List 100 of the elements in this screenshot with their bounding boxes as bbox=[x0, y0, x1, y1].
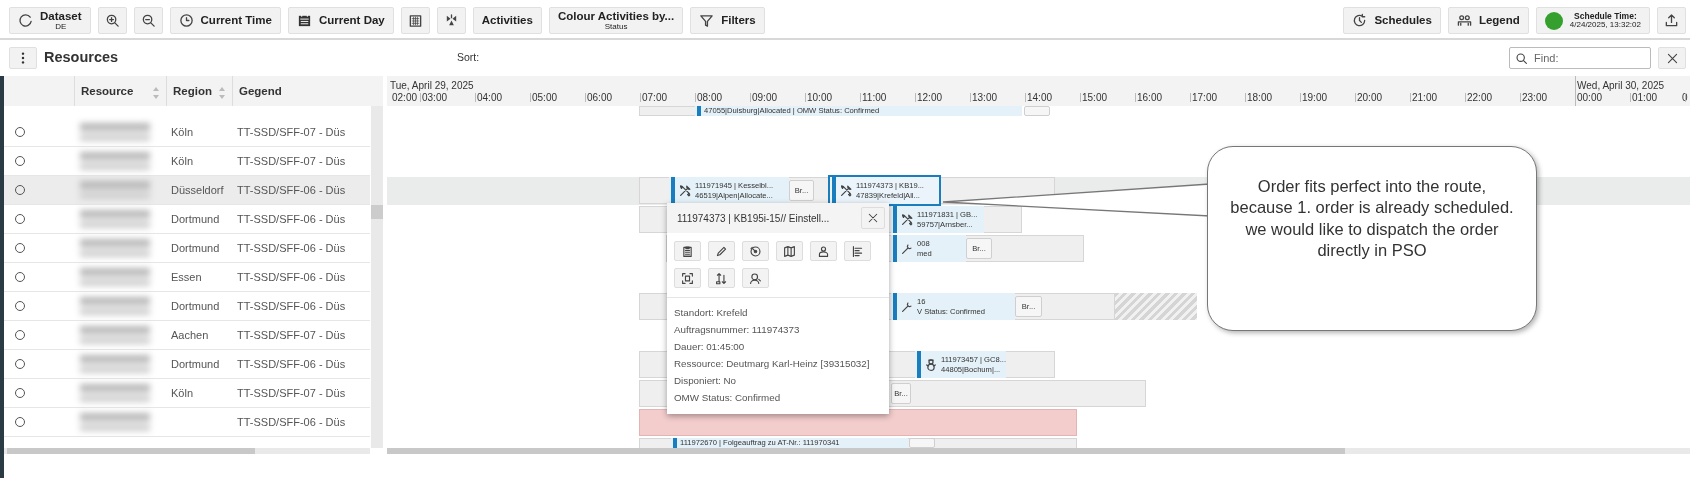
detail-text: Dauer: 01:45:00 bbox=[674, 340, 746, 354]
table-cell-text: TT-SSD/SFF-06 - Düs bbox=[236, 414, 347, 430]
blurred-name bbox=[80, 181, 150, 199]
detail-text: Auftragsnummer: 111974373 bbox=[674, 323, 801, 337]
person-icon bbox=[817, 244, 830, 258]
hour-label: 22:00 bbox=[1467, 91, 1493, 105]
blurred-name bbox=[80, 326, 150, 344]
action-button[interactable] bbox=[742, 241, 769, 261]
close-icon bbox=[867, 212, 879, 224]
list-icon bbox=[851, 244, 864, 258]
column-header[interactable]: Resource bbox=[81, 82, 134, 100]
sort-label: Sort: bbox=[457, 50, 480, 66]
hour-label: 18:00 bbox=[1247, 91, 1273, 105]
zoom-in-button[interactable] bbox=[97, 7, 127, 34]
hour-label: 11:00 bbox=[862, 91, 887, 105]
tools-icon bbox=[900, 212, 914, 227]
close-icon bbox=[1665, 51, 1679, 65]
zoom-in-icon bbox=[104, 13, 120, 28]
table-cell-text: TT-SSD/SFF-06 - Düs bbox=[236, 356, 347, 372]
horizontal-scrollbar[interactable] bbox=[4, 448, 370, 454]
blurred-name bbox=[80, 152, 150, 170]
blurred-name bbox=[80, 384, 150, 402]
table-cell-text: TT-SSD/SFF-07 - Düs bbox=[236, 124, 347, 140]
hour-label: 06:00 bbox=[587, 91, 613, 105]
map-icon bbox=[783, 244, 796, 258]
close-button[interactable] bbox=[1658, 47, 1686, 69]
calendar-icon bbox=[296, 13, 312, 28]
refresh-icon bbox=[18, 13, 33, 28]
schedule-time-status[interactable]: Schedule Time: 4/24/2025, 13:32:02 bbox=[1535, 7, 1650, 34]
people-icon bbox=[1456, 13, 1472, 28]
status-dot bbox=[1544, 11, 1563, 30]
more-button[interactable] bbox=[9, 47, 37, 69]
zoom-out-button[interactable] bbox=[133, 7, 163, 34]
export-button[interactable] bbox=[1657, 7, 1686, 34]
calendar-icon bbox=[407, 13, 423, 28]
table-cell-text: Köln bbox=[170, 385, 195, 401]
action-button[interactable] bbox=[742, 268, 769, 288]
date-label: Tue, April 29, 2025 bbox=[390, 79, 474, 93]
hour-label: 21:00 bbox=[1412, 91, 1438, 105]
table-cell-text: Dortmund bbox=[170, 240, 221, 256]
hour-label: 04:00 bbox=[477, 91, 503, 105]
search-icon bbox=[1515, 52, 1528, 65]
action-button[interactable] bbox=[708, 241, 735, 261]
blurred-name bbox=[80, 210, 150, 228]
blurred-name bbox=[80, 268, 150, 286]
callout-text: Order fits perfect into the route, because 1. order is already scheduled. we would like to dispatch the order directly in PSO bbox=[1229, 175, 1515, 261]
hour-label: 00:00 bbox=[1577, 91, 1603, 105]
detail-text: Disponiert: No bbox=[674, 374, 738, 388]
horizontal-scrollbar[interactable] bbox=[387, 448, 1690, 454]
current-day-button[interactable]: Current Day bbox=[287, 7, 394, 34]
hour-label: 23:00 bbox=[1522, 91, 1548, 105]
calendar-button[interactable] bbox=[400, 7, 430, 34]
scan-frame-icon bbox=[681, 271, 694, 285]
close-button[interactable] bbox=[861, 207, 885, 229]
person-chat-icon bbox=[749, 271, 762, 285]
table-cell-text: TT-SSD/SFF-06 - Düs bbox=[236, 182, 347, 198]
table-cell-text: TT-SSD/SFF-06 - Düs bbox=[236, 269, 347, 285]
selected-row[interactable]: Düsseldorf TT-SSD/SFF-06 - Düs bbox=[4, 176, 370, 205]
find-field[interactable]: Find: bbox=[1509, 47, 1651, 69]
hour-label: 05:00 bbox=[532, 91, 558, 105]
action-button[interactable] bbox=[810, 241, 837, 261]
clock-icon bbox=[178, 13, 194, 28]
upload-icon bbox=[1664, 13, 1679, 28]
action-button[interactable] bbox=[844, 241, 871, 261]
legend-button[interactable]: Legend bbox=[1447, 7, 1529, 34]
table-cell-text: TT-SSD/SFF-06 - Düs bbox=[236, 298, 347, 314]
clipboard-icon bbox=[681, 244, 694, 258]
hour-label: 09:00 bbox=[752, 91, 778, 105]
hour-label: 02:00 bbox=[392, 91, 418, 105]
current-time-button[interactable]: Current Time bbox=[169, 7, 281, 34]
column-header[interactable]: Region bbox=[173, 82, 212, 100]
hour-label: 14:00 bbox=[1027, 91, 1053, 105]
snowman-icon bbox=[923, 357, 938, 372]
action-button[interactable] bbox=[674, 268, 701, 288]
vertical-scrollbar[interactable] bbox=[371, 106, 383, 448]
clock-arrow-icon bbox=[1352, 13, 1368, 28]
dataset-button[interactable]: Dataset DE bbox=[9, 7, 91, 34]
zoom-out-icon bbox=[140, 13, 156, 28]
hour-label: 03:00 bbox=[422, 91, 448, 105]
schedules-button[interactable]: Schedules bbox=[1343, 7, 1441, 34]
filters-button[interactable]: Filters bbox=[690, 7, 765, 34]
gauge-icon bbox=[749, 244, 762, 258]
blurred-name bbox=[80, 297, 150, 315]
activities-button[interactable]: Activities bbox=[472, 7, 542, 34]
collapse-button[interactable] bbox=[436, 7, 466, 34]
table-cell-text: Dortmund bbox=[170, 356, 221, 372]
table-cell-text: TT-SSD/SFF-07 - Düs bbox=[236, 327, 347, 343]
colour-activities-dropdown[interactable]: Colour Activities by... Status bbox=[548, 7, 684, 34]
hour-label: 19:00 bbox=[1302, 91, 1328, 105]
popup-title: 111974373 | KB195i-15// Einstell... bbox=[677, 211, 830, 226]
table-cell-text: Düsseldorf bbox=[170, 182, 225, 198]
column-header[interactable]: Gegend bbox=[239, 82, 282, 100]
hour-label: 12:00 bbox=[917, 91, 943, 105]
blurred-name bbox=[80, 239, 150, 257]
action-button[interactable] bbox=[776, 241, 803, 261]
action-button[interactable] bbox=[674, 241, 701, 261]
action-button[interactable] bbox=[708, 268, 735, 288]
detail-text: OMW Status: Confirmed bbox=[674, 391, 782, 405]
table-cell-text: Köln bbox=[170, 153, 195, 169]
hour-label: 17:00 bbox=[1192, 91, 1218, 105]
